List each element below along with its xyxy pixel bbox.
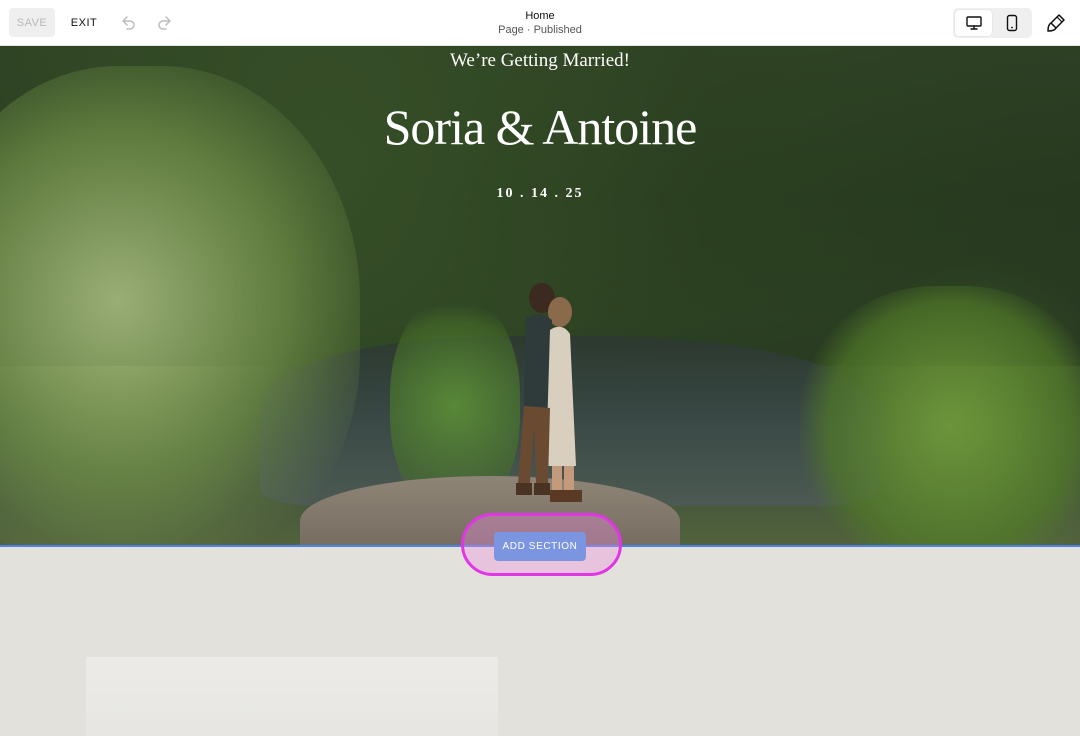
hero-section[interactable]: We’re Getting Married! Soria & Antoine 1…: [0, 46, 1080, 546]
paintbrush-icon: [1047, 14, 1065, 32]
add-section-button[interactable]: ADD SECTION: [494, 532, 586, 561]
undo-icon[interactable]: [116, 11, 140, 35]
mobile-icon: [1006, 14, 1017, 32]
desktop-icon: [965, 16, 982, 30]
editor-page: SAVE EXIT Home Page · Published We’re Ge…: [0, 0, 1080, 736]
save-button[interactable]: SAVE: [9, 8, 55, 37]
editor-toolbar: SAVE EXIT Home Page · Published: [0, 0, 1080, 46]
site-styles-button[interactable]: [1044, 11, 1068, 35]
redo-icon[interactable]: [153, 11, 177, 35]
mobile-view-button[interactable]: [993, 10, 1030, 36]
page-title: Home: [525, 10, 555, 22]
exit-button[interactable]: EXIT: [64, 8, 104, 37]
desktop-view-button[interactable]: [955, 10, 992, 36]
hero-title[interactable]: Soria & Antoine: [240, 98, 840, 156]
device-toggle: [953, 8, 1032, 38]
couple-figure: [516, 283, 582, 502]
hero-subtitle[interactable]: We’re Getting Married!: [340, 50, 740, 72]
page-status: Page · Published: [498, 24, 582, 36]
page-title-block: Home Page · Published: [440, 9, 640, 37]
hero-date[interactable]: 10 . 14 . 25: [440, 186, 640, 202]
foliage-right: [800, 286, 1080, 546]
image-block[interactable]: [86, 657, 498, 736]
